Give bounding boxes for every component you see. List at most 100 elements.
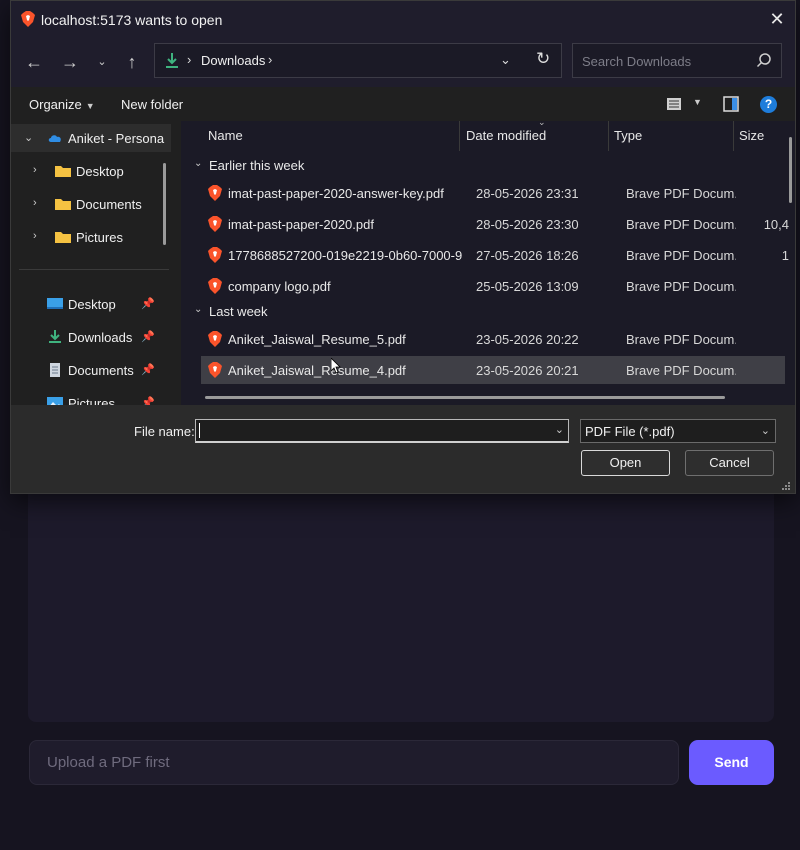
- folder-icon: [55, 166, 71, 177]
- sidebar-item-onedrive[interactable]: ⌄ Aniket - Persona: [11, 124, 171, 152]
- sidebar-item-label: Desktop: [76, 164, 124, 179]
- quick-access-documents[interactable]: Documents 📌: [11, 356, 171, 384]
- vertical-scrollbar[interactable]: [789, 137, 792, 203]
- search-icon: [756, 53, 771, 68]
- column-divider[interactable]: [608, 121, 609, 151]
- cancel-button[interactable]: Cancel: [685, 450, 774, 476]
- chevron-down-icon[interactable]: ⌄: [194, 304, 202, 315]
- column-header-name[interactable]: Name: [208, 128, 243, 143]
- chevron-right-icon[interactable]: ›: [33, 164, 37, 176]
- preview-pane-icon[interactable]: [723, 96, 739, 112]
- chevron-down-icon[interactable]: ⌄: [555, 423, 564, 436]
- file-type: Brave PDF Docum...: [626, 186, 736, 201]
- column-divider[interactable]: [459, 121, 460, 151]
- file-type-select[interactable]: PDF File (*.pdf) ⌄: [580, 419, 776, 443]
- column-header-type[interactable]: Type: [614, 128, 642, 143]
- file-row[interactable]: company logo.pdf 25-05-2026 13:09 Brave …: [201, 272, 785, 300]
- file-type: Brave PDF Docum...: [626, 363, 736, 378]
- send-button[interactable]: Send: [689, 740, 774, 785]
- address-bar[interactable]: › Downloads › ⌄ ↻: [154, 43, 562, 78]
- file-row[interactable]: Aniket_Jaiswal_Resume_5.pdf 23-05-2026 2…: [201, 325, 785, 353]
- chat-input[interactable]: Upload a PDF first: [29, 740, 679, 785]
- chevron-right-icon[interactable]: ›: [33, 230, 37, 242]
- group-header[interactable]: ⌄ Earlier this week: [181, 154, 781, 178]
- onedrive-icon: [48, 135, 61, 142]
- folder-icon: [55, 199, 71, 210]
- chevron-right-icon[interactable]: ›: [33, 197, 37, 209]
- address-folder[interactable]: Downloads: [201, 53, 265, 68]
- help-icon[interactable]: ?: [760, 96, 777, 113]
- file-name: 1778688527200-019e2219-0b60-7000-9...: [228, 248, 463, 263]
- column-header-date[interactable]: Date modified: [466, 128, 546, 143]
- pictures-icon: [47, 397, 63, 405]
- close-icon[interactable]: ✕: [765, 7, 789, 31]
- organize-label: Organize: [29, 97, 82, 112]
- file-size: 10,4: [763, 217, 789, 232]
- sidebar-scrollbar[interactable]: [163, 163, 166, 245]
- sidebar-item-documents-folder[interactable]: › Documents: [11, 190, 171, 218]
- search-box[interactable]: Search Downloads: [572, 43, 782, 78]
- file-row[interactable]: 1778688527200-019e2219-0b60-7000-9... 27…: [201, 241, 789, 269]
- file-name-input[interactable]: ⌄: [195, 419, 569, 443]
- file-name: Aniket_Jaiswal_Resume_4.pdf: [228, 363, 406, 378]
- chevron-down-icon[interactable]: ⌄: [194, 158, 202, 169]
- column-header-size[interactable]: Size: [739, 128, 764, 143]
- quick-access-desktop[interactable]: Desktop 📌: [11, 290, 171, 318]
- chevron-down-icon[interactable]: ⌄: [91, 51, 113, 73]
- pin-icon: 📌: [141, 331, 155, 343]
- pin-icon: 📌: [141, 397, 155, 405]
- sidebar-item-label: Aniket - Persona: [68, 131, 165, 146]
- refresh-icon[interactable]: ↻: [536, 49, 550, 69]
- breadcrumb-chevron-icon[interactable]: ›: [268, 52, 272, 67]
- file-row-selected[interactable]: Aniket_Jaiswal_Resume_4.pdf 23-05-2026 2…: [201, 356, 785, 384]
- organize-button[interactable]: Organize ▼: [29, 97, 95, 112]
- file-name: imat-past-paper-2020.pdf: [228, 217, 374, 232]
- file-date: 28-05-2026 23:31: [476, 186, 579, 201]
- address-dropdown-icon[interactable]: ⌄: [500, 52, 511, 68]
- view-caret-icon[interactable]: ▼: [693, 97, 702, 107]
- file-date: 23-05-2026 20:22: [476, 332, 579, 347]
- quick-access-downloads[interactable]: Downloads 📌: [11, 323, 171, 351]
- file-date: 25-05-2026 13:09: [476, 279, 579, 294]
- chevron-down-icon[interactable]: ⌄: [761, 424, 770, 437]
- file-name-label: File name:: [134, 424, 195, 439]
- list-view-icon[interactable]: [667, 98, 681, 110]
- breadcrumb-separator-icon: ›: [187, 52, 192, 67]
- file-open-dialog: localhost:5173 wants to open ✕ ← → ⌄ ↑ ›…: [10, 0, 796, 494]
- file-type: Brave PDF Docum...: [626, 248, 736, 263]
- mouse-cursor-icon: [331, 358, 341, 374]
- group-header[interactable]: ⌄ Last week: [181, 300, 781, 324]
- quick-access-pictures[interactable]: Pictures 📌: [11, 389, 171, 405]
- forward-arrow-icon[interactable]: →: [59, 51, 81, 73]
- search-input[interactable]: Search Downloads: [582, 54, 691, 69]
- sidebar-item-pictures-folder[interactable]: › Pictures: [11, 223, 171, 251]
- pin-icon: 📌: [141, 298, 155, 310]
- folder-icon: [55, 232, 71, 243]
- dialog-title: localhost:5173 wants to open: [41, 12, 223, 28]
- group-label: Last week: [209, 304, 268, 319]
- up-arrow-icon[interactable]: ↑: [121, 51, 143, 73]
- desktop-icon: [47, 298, 63, 309]
- download-icon: [49, 330, 61, 343]
- file-row[interactable]: imat-past-paper-2020.pdf 28-05-2026 23:3…: [201, 210, 789, 238]
- new-folder-button[interactable]: New folder: [121, 97, 183, 112]
- open-button[interactable]: Open: [581, 450, 670, 476]
- pdf-file-icon: [208, 247, 222, 263]
- column-divider[interactable]: [733, 121, 734, 151]
- chevron-down-icon[interactable]: ⌄: [24, 131, 33, 144]
- pdf-file-icon: [208, 185, 222, 201]
- sidebar-item-label: Pictures: [68, 396, 115, 405]
- chat-messages-area: [28, 492, 774, 722]
- horizontal-scrollbar[interactable]: [205, 396, 725, 399]
- file-type: Brave PDF Docum...: [626, 217, 736, 232]
- file-date: 28-05-2026 23:30: [476, 217, 579, 232]
- navigation-pane: ⌄ Aniket - Persona › Desktop › Documents…: [11, 121, 176, 405]
- back-arrow-icon[interactable]: ←: [23, 51, 45, 73]
- brave-icon: [21, 11, 35, 27]
- download-icon: [166, 53, 178, 68]
- sidebar-item-desktop-folder[interactable]: › Desktop: [11, 157, 171, 185]
- sidebar-item-label: Documents: [76, 197, 142, 212]
- pdf-file-icon: [208, 216, 222, 232]
- resize-grip-icon[interactable]: [781, 481, 791, 491]
- file-row[interactable]: imat-past-paper-2020-answer-key.pdf 28-0…: [201, 179, 785, 207]
